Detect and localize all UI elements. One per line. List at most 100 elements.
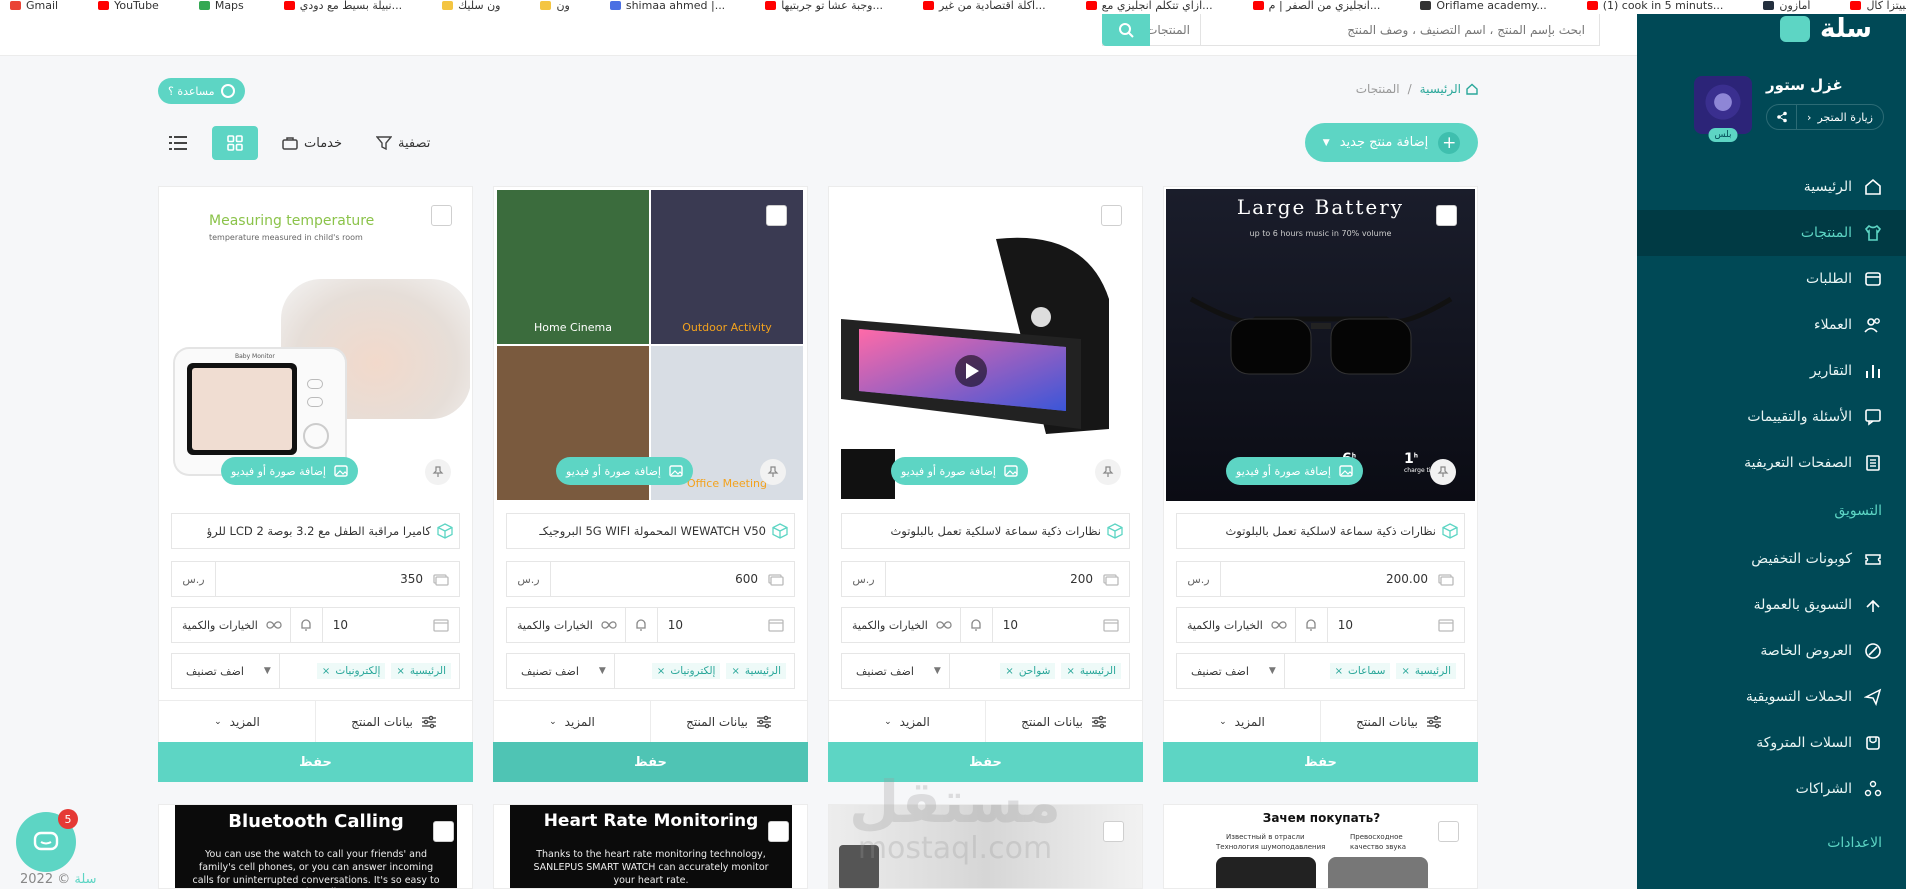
bookmark-item[interactable]: نبيلة بسيط مع دودي... [283,0,402,14]
bookmark-item[interactable]: ازاي تتكلم انجليزي مع... [1085,0,1213,14]
product-name-field[interactable]: نظارات ذكية سماعة لاسلكية تعمل بالبلوتوث [841,513,1130,549]
select-checkbox[interactable] [766,205,787,226]
visit-store-button[interactable]: زيارة المتجر ‹ [1797,111,1883,124]
bookmark-item[interactable]: Maps [198,0,244,14]
add-category-dropdown[interactable]: اضف تصنيف ▼ [507,654,615,688]
notify-button[interactable] [626,608,658,642]
grid-view-button[interactable] [212,126,258,160]
select-checkbox[interactable] [1436,205,1457,226]
bookmark-item[interactable]: YouTube [98,0,159,14]
sidebar-item[interactable]: الحملات التسويقية [1637,674,1906,720]
search-button[interactable] [1102,14,1150,46]
bookmark-item[interactable]: shimaa ahmed |... [609,0,725,14]
sidebar-item[interactable]: التسويق بالعمولة [1637,582,1906,628]
filter-button[interactable]: تصفية [366,136,440,151]
select-checkbox[interactable] [1101,205,1122,226]
bookmark-item[interactable]: Gmail [10,0,58,14]
product-data-button[interactable]: بيانات المنتج [650,701,807,742]
more-button[interactable]: ⌄ المزيد [159,701,315,742]
sidebar-item[interactable]: السلات المتروكة [1637,720,1906,766]
sidebar-item[interactable]: الرئيسية [1637,164,1906,210]
share-button[interactable] [1767,105,1798,129]
price-field[interactable]: ر.س 200.00 [1176,561,1465,597]
chat-widget-button[interactable]: 5 [16,809,78,872]
pin-button[interactable] [1430,459,1456,485]
store-avatar[interactable]: بلس [1694,76,1753,142]
more-button[interactable]: ⌄ المزيد [1164,701,1320,742]
services-button[interactable]: خدمات [272,136,352,151]
sidebar-section-marketing[interactable]: التسويق [1637,486,1906,536]
notify-button[interactable] [1296,608,1328,642]
sidebar-item[interactable]: العروض الخاصة [1637,628,1906,674]
bookmark-item[interactable]: أكلة اقتصادية من غير... [922,0,1046,14]
add-product-button[interactable]: + إضافة منتج جديد ▼ [1305,123,1478,162]
remove-tag-icon[interactable]: × [731,666,739,677]
select-checkbox[interactable] [433,821,454,842]
remove-tag-icon[interactable]: × [657,666,665,677]
price-field[interactable]: ر.س 600 [506,561,795,597]
remove-tag-icon[interactable]: × [1401,666,1409,677]
sidebar-item[interactable]: العملاء [1637,302,1906,348]
bookmark-item[interactable]: وجبة عشا تو جربتيها... [765,0,883,14]
remove-tag-icon[interactable]: × [1335,666,1343,677]
options-quantity-button[interactable]: الخيارات والكمية [842,608,961,642]
more-button[interactable]: ⌄ المزيد [829,701,985,742]
remove-tag-icon[interactable]: × [322,666,330,677]
bookmark-item[interactable]: ون [540,0,570,14]
bookmark-item[interactable]: انجليزي من الصفر | م... [1252,0,1380,14]
categories-field[interactable]: اضف تصنيف ▼ الرئيسية × إلكترونيات × [506,653,795,689]
sidebar-item[interactable]: الصفحات التعريفية [1637,440,1906,486]
pin-button[interactable] [760,459,786,485]
options-quantity-button[interactable]: الخيارات والكمية [172,608,291,642]
save-button[interactable]: حفظ [158,742,473,782]
add-media-button[interactable]: إضافة صورة أو فيديو [1226,457,1363,485]
sidebar-item[interactable]: الشراكات [1637,766,1906,812]
remove-tag-icon[interactable]: × [1005,666,1013,677]
select-checkbox[interactable] [768,821,789,842]
add-category-dropdown[interactable]: اضف تصنيف ▼ [1177,654,1285,688]
bookmark-item[interactable]: (1) cook in 5 minuts... [1586,0,1723,14]
add-media-button[interactable]: إضافة صورة أو فيديو [891,457,1028,485]
bookmark-item[interactable]: أمازون [1763,0,1810,14]
list-view-button[interactable] [158,126,198,160]
bookmark-item[interactable]: أسرار عجينة البيتزا كال... [1850,0,1906,14]
options-quantity-button[interactable]: الخيارات والكمية [1177,608,1296,642]
price-field[interactable]: ر.س 350 [171,561,460,597]
sidebar-item[interactable]: التقارير [1637,348,1906,394]
sidebar-item[interactable]: المنتجات [1637,210,1906,256]
notify-button[interactable] [291,608,323,642]
price-field[interactable]: ر.س 200 [841,561,1130,597]
categories-field[interactable]: اضف تصنيف ▼ الرئيسية × إلكترونيات × [171,653,460,689]
select-checkbox[interactable] [1438,821,1459,842]
product-name-field[interactable]: كاميرا مراقبة الطفل مع 3.2 بوصة LCD 2 لل… [171,513,460,549]
sidebar-item[interactable]: الأسئلة والتقييمات [1637,394,1906,440]
product-data-button[interactable]: بيانات المنتج [1320,701,1477,742]
bookmark-item[interactable]: Oriflame academy... [1420,0,1547,14]
categories-field[interactable]: اضف تصنيف ▼ الرئيسية × سماعات × [1176,653,1465,689]
options-quantity-button[interactable]: الخيارات والكمية [507,608,626,642]
product-data-button[interactable]: بيانات المنتج [315,701,472,742]
pin-button[interactable] [425,459,451,485]
sidebar-item[interactable]: كوبونات التخفيض [1637,536,1906,582]
breadcrumb-home[interactable]: الرئيسية [1420,82,1478,96]
save-button[interactable]: حفظ [493,742,808,782]
sidebar-item[interactable]: الطلبات [1637,256,1906,302]
product-data-button[interactable]: بيانات المنتج [985,701,1142,742]
add-category-dropdown[interactable]: اضف تصنيف ▼ [842,654,950,688]
sidebar-section-settings[interactable]: الاعدادات [1637,818,1906,868]
salla-logo[interactable]: سلة [1780,14,1872,44]
search-input[interactable] [1201,14,1599,45]
select-checkbox[interactable] [1103,821,1124,842]
add-media-button[interactable]: إضافة صورة أو فيديو [556,457,693,485]
bookmark-item[interactable]: ون سليك [442,0,500,14]
help-button[interactable]: مساعدة ؟ [158,78,245,104]
notify-button[interactable] [961,608,993,642]
pin-button[interactable] [1095,459,1121,485]
add-media-button[interactable]: إضافة صورة أو فيديو [221,457,358,485]
save-button[interactable]: حفظ [828,742,1143,782]
save-button[interactable]: حفظ [1163,742,1478,782]
more-button[interactable]: ⌄ المزيد [494,701,650,742]
remove-tag-icon[interactable]: × [396,666,404,677]
categories-field[interactable]: اضف تصنيف ▼ الرئيسية × شواحن × [841,653,1130,689]
product-name-field[interactable]: WEWATCH V50 المحمولة 5G WIFI البروجيكـ [506,513,795,549]
